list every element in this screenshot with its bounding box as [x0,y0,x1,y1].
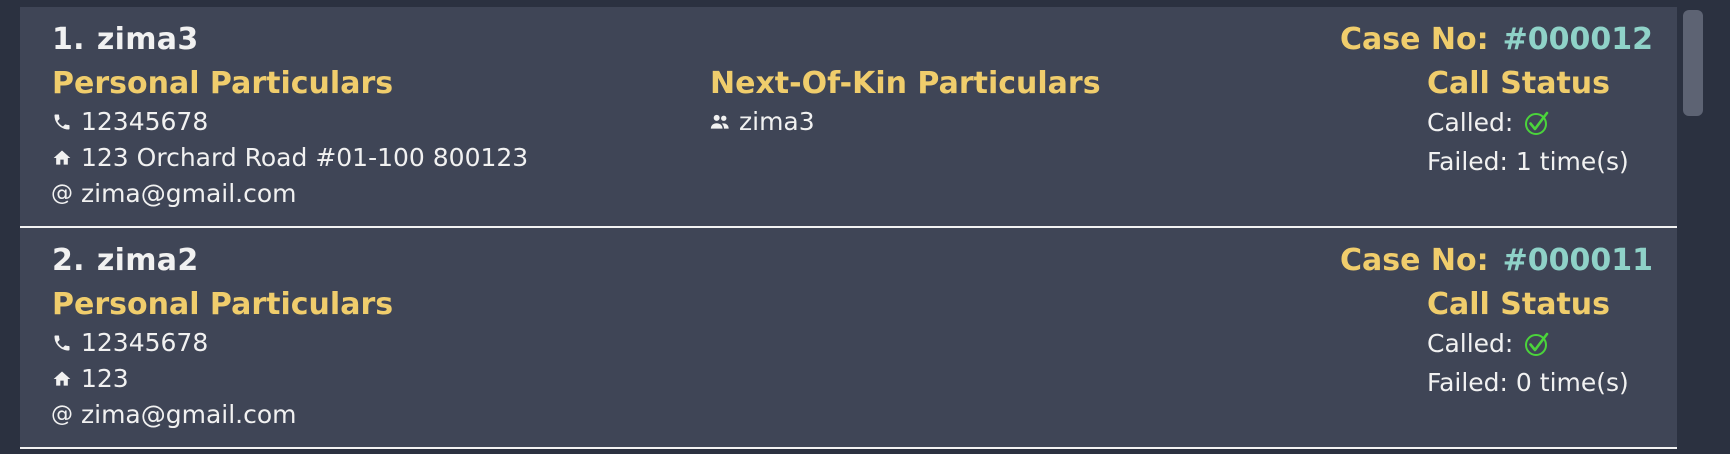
people-icon [710,112,730,132]
case-number-value: #000012 [1502,22,1653,57]
address-text: 123 Orchard Road #01-100 800123 [81,143,529,172]
item-index: 1. [52,22,85,57]
list-top-edge [20,0,1677,7]
scrollbar-thumb[interactable] [1683,10,1703,116]
personal-particulars-heading: Personal Particulars [52,287,394,322]
next-of-kin-row: zima3 [710,107,815,136]
phone-icon [52,333,72,353]
failed-count: Failed: 0 time(s) [1427,368,1629,397]
item-name: zima3 [96,22,199,57]
called-row: Called: [1427,329,1551,358]
at-sign-icon: @ [51,180,73,206]
list-item[interactable]: 2. zima2 Case No: #000011 Personal Particu… [20,228,1677,449]
case-number: Case No: #000011 [1340,243,1653,278]
called-label: Called: [1427,108,1514,137]
call-status-heading: Call Status [1427,287,1611,322]
phone-row: 12345678 [52,328,208,357]
item-index: 2. [52,243,85,278]
address-text: 123 [81,364,129,393]
phone-icon [52,112,72,132]
item-title: 1. zima3 [52,22,199,57]
phone-number: 12345678 [81,328,209,357]
email-row: @ zima@gmail.com [51,400,297,429]
called-row: Called: [1427,108,1551,137]
checkmark-icon [1523,330,1551,358]
home-icon [52,148,72,168]
checkmark-icon [1523,109,1551,137]
email-text: zima@gmail.com [81,400,297,429]
phone-number: 12345678 [81,107,209,136]
at-sign-icon: @ [51,401,73,427]
contact-list: 1. zima3 Case No: #000012 Personal Particu… [0,0,1678,454]
list-item[interactable]: 1. zima3 Case No: #000012 Personal Particu… [20,7,1677,228]
personal-particulars-heading: Personal Particulars [52,66,394,101]
case-label: Case No: [1339,22,1489,57]
called-label: Called: [1427,329,1514,358]
address-row: 123 [52,364,129,393]
call-status-heading: Call Status [1427,66,1611,101]
email-row: @ zima@gmail.com [51,179,297,208]
case-label: Case No: [1339,243,1489,278]
phone-row: 12345678 [52,107,208,136]
case-number: Case No: #000012 [1340,22,1653,57]
case-number-value: #000011 [1502,243,1653,278]
failed-count: Failed: 1 time(s) [1427,147,1629,176]
item-name: zima2 [96,243,199,278]
home-icon [52,369,72,389]
next-of-kin-heading: Next-Of-Kin Particulars [710,66,1101,101]
email-text: zima@gmail.com [81,179,297,208]
next-of-kin-name: zima3 [739,107,815,136]
address-row: 123 Orchard Road #01-100 800123 [52,143,528,172]
item-title: 2. zima2 [52,243,199,278]
